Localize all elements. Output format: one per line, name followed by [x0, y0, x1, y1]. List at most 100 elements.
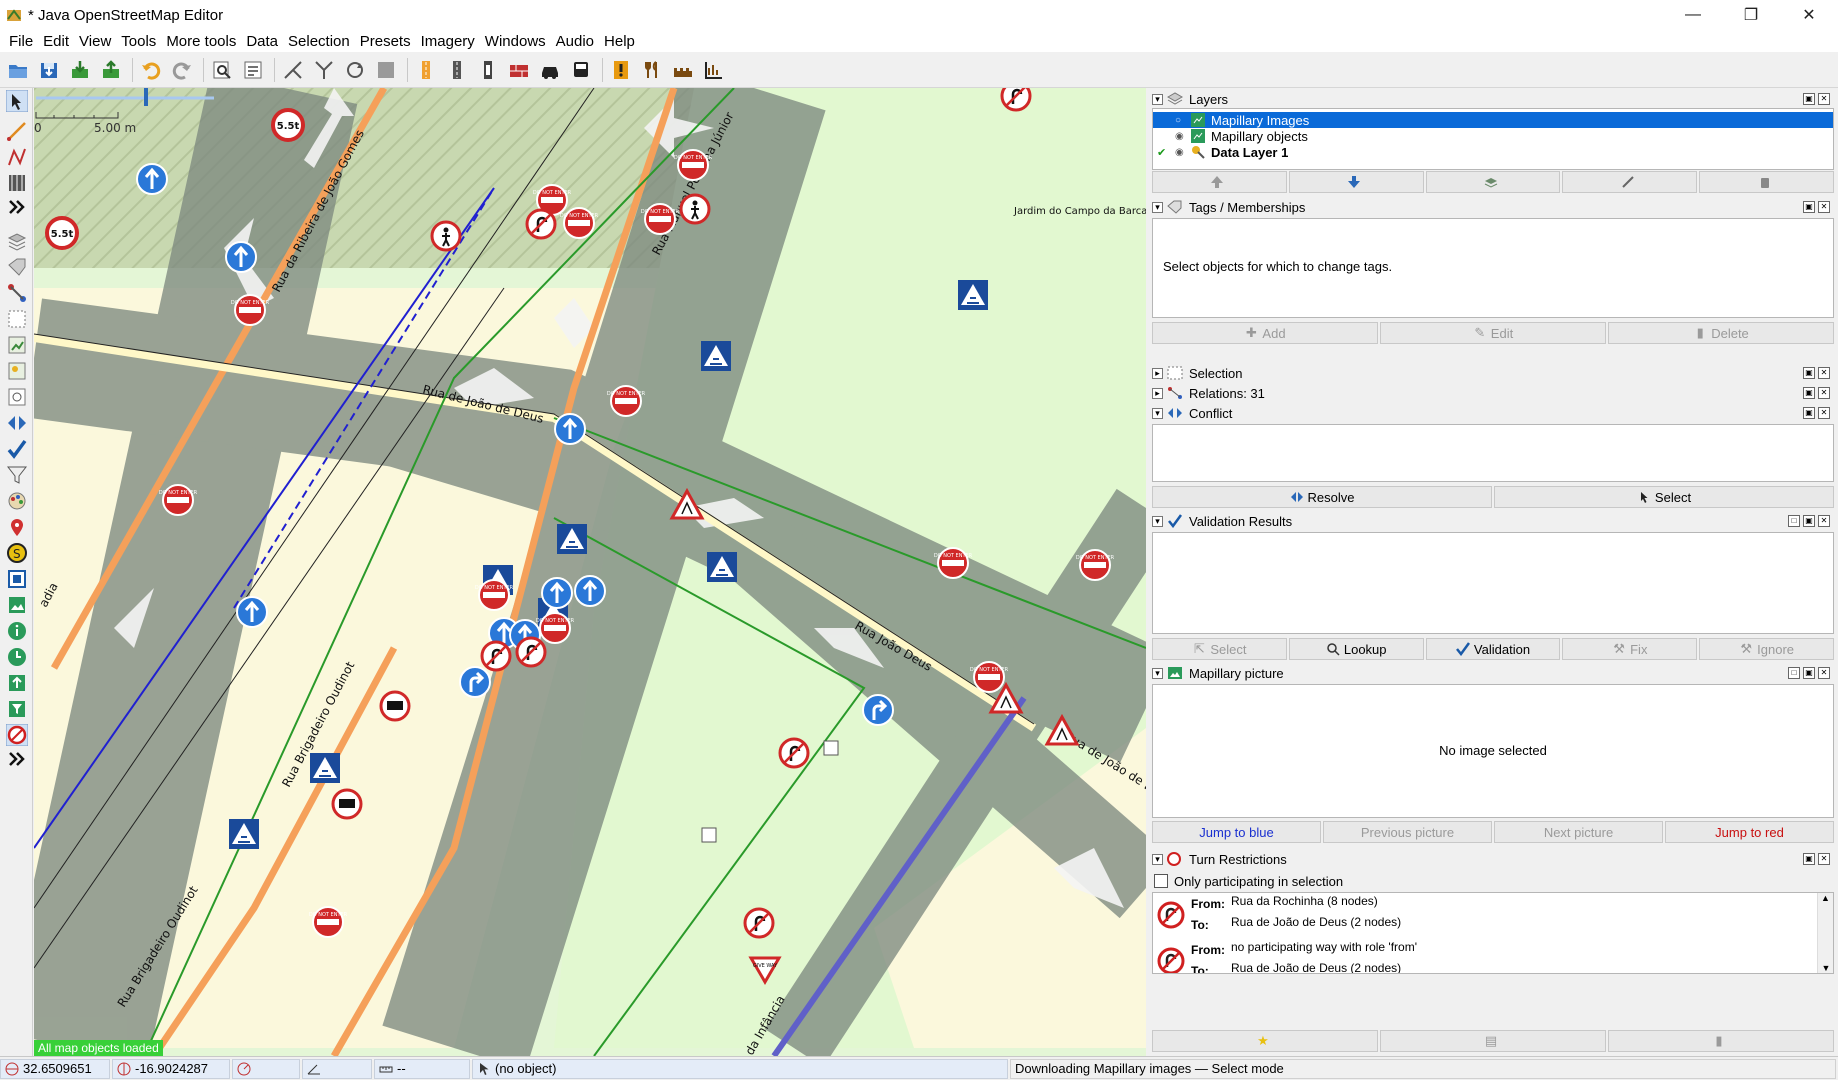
no-trucks-sign-icon[interactable] — [331, 788, 363, 820]
move-down-button[interactable] — [1288, 171, 1424, 193]
menu-edit[interactable]: Edit — [38, 33, 74, 50]
collapse-toggle[interactable]: ▾ — [1152, 201, 1163, 213]
delete-layer-button[interactable] — [1699, 171, 1834, 193]
menu-tools[interactable]: Tools — [116, 33, 161, 50]
undo-button[interactable] — [137, 56, 164, 83]
collapse-toggle[interactable]: ▾ — [1152, 407, 1163, 419]
collapse-toggle[interactable]: ▾ — [1152, 667, 1163, 679]
dialog-selection-toggle[interactable] — [4, 306, 29, 331]
download-button[interactable] — [66, 56, 93, 83]
no-turn-sign-icon[interactable] — [778, 737, 810, 769]
add-tag-button[interactable]: ✚ Add — [1152, 322, 1378, 344]
maximize-button[interactable]: ❐ — [1722, 0, 1780, 30]
split-way-button[interactable] — [279, 56, 306, 83]
sticky-icon[interactable]: ▣ — [1803, 201, 1815, 213]
panel-close-icon[interactable]: ✕ — [1818, 667, 1830, 679]
dialog-filters-toggle[interactable] — [4, 384, 29, 409]
no-pedestrian-sign-icon[interactable] — [679, 193, 711, 225]
resolve-button[interactable]: Resolve — [1152, 486, 1492, 508]
layer-data-layer-1[interactable]: ✔ ◉ Data Layer 1 — [1153, 144, 1833, 160]
collapse-toggle[interactable]: ▾ — [1152, 93, 1163, 105]
collapse-toggle[interactable]: ▾ — [1152, 853, 1163, 865]
ahead-sign-icon[interactable] — [541, 577, 573, 609]
tags-panel-header[interactable]: ▾ Tags / Memberships ▣ ✕ — [1152, 198, 1834, 216]
collapse-toggle[interactable]: ▾ — [1152, 515, 1163, 527]
detach-icon[interactable]: □ — [1788, 515, 1800, 527]
delete-tag-button[interactable]: ▮ Delete — [1608, 322, 1834, 344]
layer-mapillary-objects[interactable]: ◉ Mapillary objects — [1153, 128, 1833, 144]
turn-right-sign-icon[interactable] — [459, 666, 491, 698]
sticky-icon[interactable]: ▣ — [1803, 667, 1815, 679]
gray-tool-button[interactable] — [372, 56, 399, 83]
preset-road-button[interactable] — [412, 56, 439, 83]
menu-data[interactable]: Data — [241, 33, 283, 50]
sticky-icon[interactable]: ▣ — [1803, 515, 1815, 527]
menu-selection[interactable]: Selection — [283, 33, 355, 50]
mapillary-image-area[interactable]: No image selected — [1152, 684, 1834, 818]
preset-bus-button[interactable] — [567, 56, 594, 83]
crossing-sign-icon[interactable] — [310, 753, 340, 783]
jump-to-red-button[interactable]: Jump to red — [1665, 821, 1834, 843]
crossing-sign-icon[interactable] — [958, 280, 988, 310]
sticky-icon[interactable]: ▣ — [1803, 387, 1815, 399]
only-participating-checkbox[interactable] — [1154, 874, 1168, 888]
upload-button[interactable] — [97, 56, 124, 83]
sticky-icon[interactable]: ▣ — [1803, 367, 1815, 379]
preset-track-button[interactable] — [443, 56, 470, 83]
scroll-down-icon[interactable]: ▼ — [1818, 963, 1833, 973]
dialog-minimap-toggle[interactable] — [4, 566, 29, 591]
dialog-upload-toggle[interactable] — [4, 670, 29, 695]
jump-to-blue-button[interactable]: Jump to blue — [1152, 821, 1321, 843]
more-dialogs-button[interactable] — [4, 746, 29, 771]
menu-help[interactable]: Help — [599, 33, 640, 50]
preset-restaurant-button[interactable] — [638, 56, 665, 83]
preset-path-button[interactable] — [474, 56, 501, 83]
scroll-up-icon[interactable]: ▲ — [1818, 893, 1833, 903]
relations-panel-header[interactable]: ▸ Relations: 31 ▣ ✕ — [1152, 384, 1834, 402]
map-canvas[interactable]: 0 5.00 m Rua da Ribeira de João Gomes Ru… — [34, 88, 1146, 1056]
ignore-button[interactable]: ⚒ Ignore — [1699, 638, 1834, 660]
minimize-button[interactable]: — — [1664, 0, 1722, 30]
dialog-mapillary-toggle[interactable] — [4, 592, 29, 617]
only-participating-row[interactable]: Only participating in selection — [1154, 872, 1343, 890]
no-turn-sign-icon[interactable] — [525, 208, 557, 240]
dialog-validation-toggle[interactable] — [4, 436, 29, 461]
menu-windows[interactable]: Windows — [480, 33, 551, 50]
dialog-imagery-toggle[interactable] — [4, 358, 29, 383]
parallel-mode-button[interactable] — [4, 170, 29, 195]
previous-picture-button[interactable]: Previous picture — [1323, 821, 1492, 843]
dialog-conflict-toggle[interactable] — [4, 410, 29, 435]
visibility-eye-icon[interactable]: ○ — [1175, 115, 1189, 126]
redo-button[interactable] — [168, 56, 195, 83]
delete-turn-restriction-button[interactable]: ▮ — [1608, 1030, 1834, 1052]
layers-panel-header[interactable]: ▾ Layers ▣ ✕ — [1152, 90, 1834, 108]
layer-mapillary-images[interactable]: ○ Mapillary Images — [1153, 112, 1833, 128]
crossing-sign-icon[interactable] — [707, 552, 737, 582]
save-button[interactable] — [35, 56, 62, 83]
select-conflict-button[interactable]: Select — [1494, 486, 1834, 508]
map-view[interactable]: 0 5.00 m Rua da Ribeira de João Gomes Ru… — [34, 88, 1146, 1056]
expand-toggle[interactable]: ▸ — [1152, 387, 1163, 399]
panel-close-icon[interactable]: ✕ — [1818, 387, 1830, 399]
panel-close-icon[interactable]: ✕ — [1818, 93, 1830, 105]
sticky-icon[interactable]: ▣ — [1803, 407, 1815, 419]
edit-tag-button[interactable]: ✎ Edit — [1380, 322, 1606, 344]
menu-view[interactable]: View — [74, 33, 116, 50]
draw-mode-button[interactable] — [4, 118, 29, 143]
validation-panel-header[interactable]: ▾ Validation Results □ ▣ ✕ — [1152, 512, 1834, 530]
validation-button[interactable]: Validation — [1425, 638, 1561, 660]
dialog-history-toggle[interactable] — [4, 332, 29, 357]
preset-hazard-button[interactable] — [607, 56, 634, 83]
preferences-button[interactable] — [239, 56, 266, 83]
sticky-icon[interactable]: ▣ — [1803, 853, 1815, 865]
speed-sign-icon[interactable]: 5.5t — [271, 108, 305, 142]
no-turn-sign-icon[interactable] — [743, 907, 775, 939]
sticky-icon[interactable]: ▣ — [1803, 93, 1815, 105]
reverse-way-button[interactable] — [341, 56, 368, 83]
preset-chart-button[interactable] — [700, 56, 727, 83]
dialog-changeset-toggle[interactable]: S — [4, 540, 29, 565]
dialog-tags-toggle[interactable] — [4, 254, 29, 279]
merge-layer-button[interactable] — [1562, 171, 1698, 193]
new-turn-restriction-button[interactable]: ★ — [1152, 1030, 1378, 1052]
crossing-sign-icon[interactable] — [557, 524, 587, 554]
